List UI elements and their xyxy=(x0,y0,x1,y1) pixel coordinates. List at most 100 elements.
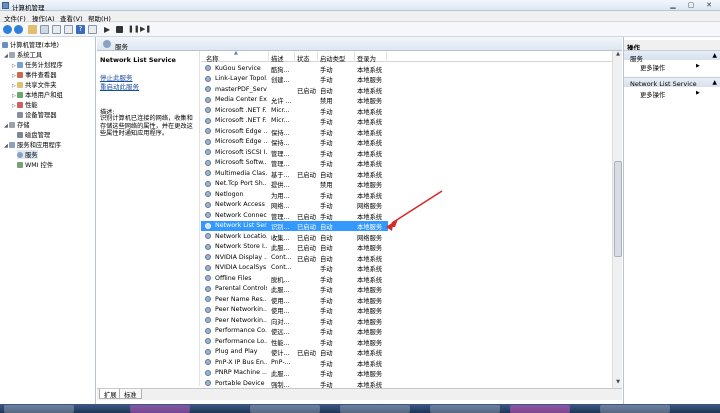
service-logon-as: 本地服务 xyxy=(357,329,383,336)
table-row[interactable]: Microsoft Edge ... 保持... 手动 本地系统 xyxy=(201,126,612,137)
toolbar: ? ▶ ❚❚ ▶❚ xyxy=(0,22,720,37)
taskbar-item[interactable] xyxy=(430,405,500,413)
start-service-icon[interactable]: ▶ xyxy=(104,25,113,34)
vertical-scrollbar[interactable]: ▲ ▼ xyxy=(612,51,622,388)
tree-item-device-manager[interactable]: 设备管理器 xyxy=(17,110,56,119)
help-icon[interactable]: ? xyxy=(76,25,85,34)
taskbar-item[interactable] xyxy=(4,405,74,413)
table-row[interactable]: Microsoft .NET F... Micr... 手动 本地系统 xyxy=(201,105,612,116)
service-icon xyxy=(205,107,211,113)
tree-item-shared-folders[interactable]: ▷ 共享文件夹 xyxy=(12,80,56,89)
tab-standard[interactable]: 标准 xyxy=(119,389,142,399)
table-row[interactable]: Plug and Play 使计... 已启动 自动 本地系统 xyxy=(201,347,612,357)
table-row[interactable]: Network Store I... 此服... 已启动 自动 本地服务 xyxy=(201,242,612,252)
service-icon xyxy=(205,96,211,103)
folder-icon[interactable] xyxy=(28,25,37,34)
column-status[interactable]: 状态 xyxy=(297,54,310,63)
collapse-up-icon[interactable]: ▲ xyxy=(712,79,717,86)
column-startup-type[interactable]: 启动类型 xyxy=(320,54,345,63)
scroll-down-icon[interactable]: ▼ xyxy=(613,379,623,387)
service-startup-type: 自动 xyxy=(320,224,333,231)
table-row[interactable]: Media Center Ex... 允许 ... 禁用 本地服务 xyxy=(201,95,612,105)
more-actions-network-list[interactable]: 更多操作 ▶ xyxy=(640,90,700,99)
table-row[interactable]: Microsoft Edge ... 保持... 手动 本地系统 xyxy=(201,137,612,147)
service-icon xyxy=(205,170,211,176)
console-tree-icon[interactable] xyxy=(40,25,49,34)
taskbar-item[interactable] xyxy=(510,405,570,413)
table-row[interactable]: Offline Files 脱机... 手动 本地系统 xyxy=(201,273,612,284)
service-startup-type: 手动 xyxy=(320,287,333,294)
forward-icon[interactable] xyxy=(14,25,23,34)
service-icon xyxy=(205,317,211,323)
tree-item-services-apps[interactable]: ◢ 服务和应用程序 xyxy=(4,140,61,149)
collapse-up-icon[interactable]: ▲ xyxy=(712,52,717,59)
table-row[interactable]: NVIDIA Display ... Cont... 已启动 自动 本地系统 xyxy=(201,252,612,263)
service-description: 使远... xyxy=(271,329,290,336)
column-logon-as[interactable]: 登录为 xyxy=(357,54,376,63)
table-row[interactable]: Peer Networkin... 使用... 手动 本地服务 xyxy=(201,305,612,315)
table-row[interactable]: Performance Lo... 性能... 手动 本地服务 xyxy=(201,336,612,347)
table-row[interactable]: Parental Controls 此服... 手动 本地服务 xyxy=(201,284,612,294)
service-description: 使用... xyxy=(271,308,290,315)
tree-item-local-users-groups[interactable]: ▷ 本地用户和组 xyxy=(12,90,63,99)
taskbar-item[interactable] xyxy=(130,405,190,413)
table-row[interactable]: NVIDIA LocalSys... Cont... 手动 本地系统 xyxy=(201,263,612,273)
service-icon xyxy=(205,327,211,334)
service-description: 允许 ... xyxy=(271,98,292,105)
tree-item-wmi-control[interactable]: WMI 控件 xyxy=(17,160,53,169)
more-actions-services[interactable]: 更多操作 ▶ xyxy=(640,63,700,72)
tree-item-computer-management[interactable]: 计算机管理(本地) xyxy=(2,40,59,49)
tree-item-event-viewer[interactable]: ▷ 事件查看器 xyxy=(12,70,56,79)
stop-service-icon[interactable] xyxy=(116,26,123,33)
service-icon xyxy=(205,285,211,292)
table-row[interactable]: Link-Layer Topol... 创建... 手动 本地服务 xyxy=(201,74,612,84)
tree-item-services[interactable]: 服务 xyxy=(17,150,38,159)
table-row[interactable]: Microsoft Softw... 管理... 手动 本地系统 xyxy=(201,158,612,168)
service-description: 向对... xyxy=(271,318,290,326)
table-row[interactable]: PNRP Machine ... 此服... 手动 本地服务 xyxy=(201,368,612,378)
service-name: Network Store I... xyxy=(215,243,267,250)
service-icon xyxy=(205,86,211,92)
scroll-up-icon[interactable]: ▲ xyxy=(613,51,623,59)
service-startup-type: 自动 xyxy=(320,245,333,252)
pause-service-icon[interactable]: ❚❚ xyxy=(128,25,140,34)
properties-icon[interactable] xyxy=(52,25,61,34)
maximize-button[interactable]: ▢ xyxy=(683,1,699,9)
service-description: Cont... xyxy=(271,253,292,261)
taskbar-item[interactable] xyxy=(250,405,320,413)
restart-service-link[interactable]: 重启动此服务 xyxy=(100,83,139,91)
actions-section-network-list[interactable]: Network List Service ▲ xyxy=(624,77,720,88)
tree-item-storage[interactable]: ◢ 存储 xyxy=(4,120,30,129)
column-description[interactable]: 描述 xyxy=(271,54,284,63)
table-row[interactable]: Peer Networkin... 向对... 手动 本地服务 xyxy=(201,315,612,326)
tree-item-system-tools[interactable]: ◢ 系统工具 xyxy=(4,50,42,59)
tree-item-performance[interactable]: ▷ 性能 xyxy=(12,100,38,109)
detail-description: 识别计算机已连接的网络，收集和存储这些网络的属性，并在更改这些属性时通知应用程序… xyxy=(100,115,193,137)
table-row[interactable]: KuGou Service 酷狗... 手动 本地系统 xyxy=(201,63,612,74)
table-row-selected[interactable]: Network List Ser... 识别... 已启动 自动 本地服务 xyxy=(201,220,388,231)
services-list-header: 名称 ▲ 描述 状态 启动类型 登录为 xyxy=(201,50,612,63)
table-row[interactable]: Peer Name Res... 使用... 手动 本地服务 xyxy=(201,294,612,305)
view-icon[interactable] xyxy=(88,25,97,34)
close-button[interactable]: ✕ xyxy=(701,1,717,9)
service-icon xyxy=(205,264,211,271)
service-status: 已启动 xyxy=(297,213,316,221)
back-icon[interactable] xyxy=(3,25,12,34)
table-row[interactable]: masterPDF_Server 已启动自动 本地系统 xyxy=(201,84,612,95)
table-row[interactable]: Performance Co... 使远... 手动 本地服务 xyxy=(201,326,612,336)
table-row[interactable]: Portable Device ... 强制... 手动 本地系统 xyxy=(201,378,612,388)
scrollbar-thumb[interactable] xyxy=(614,161,622,257)
column-name[interactable]: 名称 xyxy=(206,54,219,63)
taskbar-item[interactable] xyxy=(340,405,410,413)
table-row[interactable]: Microsoft iSCSI I... 管理... 手动 本地系统 xyxy=(201,147,612,158)
table-row[interactable]: Microsoft .NET F... Micr... 手动 本地系统 xyxy=(201,116,612,126)
export-list-icon[interactable] xyxy=(64,25,73,34)
tree-item-task-scheduler[interactable]: ▷ 任务计划程序 xyxy=(12,60,63,69)
table-row[interactable]: PnP-X IP Bus En... PnP-... 手动 本地系统 xyxy=(201,357,612,368)
taskbar-item[interactable] xyxy=(600,405,670,413)
restart-service-icon[interactable]: ▶❚ xyxy=(140,25,151,34)
minimize-button[interactable]: ▁ xyxy=(665,1,681,9)
table-row[interactable]: Multimedia Clas... 基于... 已启动 自动 本地系统 xyxy=(201,168,612,179)
actions-section-services[interactable]: 服务 ▲ xyxy=(624,50,720,63)
tree-item-disk-management[interactable]: 磁盘管理 xyxy=(17,130,50,139)
